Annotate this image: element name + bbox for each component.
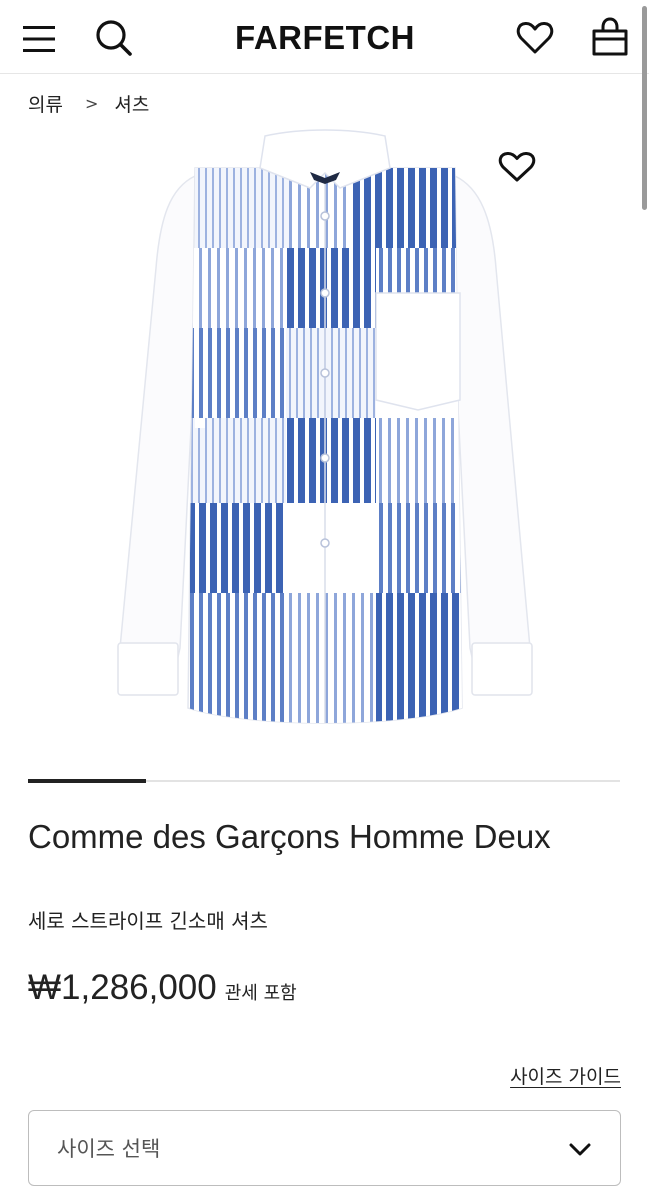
gallery-progress-indicator	[28, 779, 146, 783]
search-button[interactable]	[92, 16, 136, 60]
chevron-down-icon	[569, 1143, 591, 1156]
product-price: ₩1,286,000	[28, 968, 217, 1007]
search-icon	[96, 20, 132, 56]
page-scrollbar[interactable]	[642, 6, 647, 210]
size-select-placeholder: 사이즈 선택	[57, 1137, 161, 1161]
heart-icon	[516, 21, 554, 54]
size-select[interactable]: 사이즈 선택	[28, 1110, 621, 1186]
product-name: 세로 스트라이프 긴소매 셔츠	[28, 909, 268, 933]
menu-icon	[23, 26, 55, 52]
breadcrumb-item-shirts[interactable]: 셔츠	[114, 90, 149, 117]
add-to-wishlist-button[interactable]	[494, 146, 540, 188]
breadcrumb: 의류 > 셔츠	[28, 90, 149, 116]
size-guide-link[interactable]: 사이즈 가이드	[510, 1062, 621, 1089]
menu-button[interactable]	[18, 18, 60, 60]
product-brand[interactable]: Comme des Garçons Homme Deux	[28, 814, 618, 860]
breadcrumb-item-clothing[interactable]: 의류	[28, 90, 63, 117]
farfetch-logo[interactable]: FARFETCH	[180, 18, 470, 58]
wishlist-button[interactable]	[512, 16, 558, 60]
price-row: ₩1,286,000 관세 포함	[28, 968, 297, 1008]
price-note: 관세 포함	[224, 983, 297, 1004]
shirt-image	[117, 129, 533, 724]
heart-icon	[498, 151, 536, 182]
product-image[interactable]	[100, 128, 550, 760]
bag-icon	[592, 17, 628, 56]
top-nav: FARFETCH	[0, 0, 649, 74]
breadcrumb-separator: >	[84, 93, 99, 113]
bag-button[interactable]	[588, 14, 632, 60]
